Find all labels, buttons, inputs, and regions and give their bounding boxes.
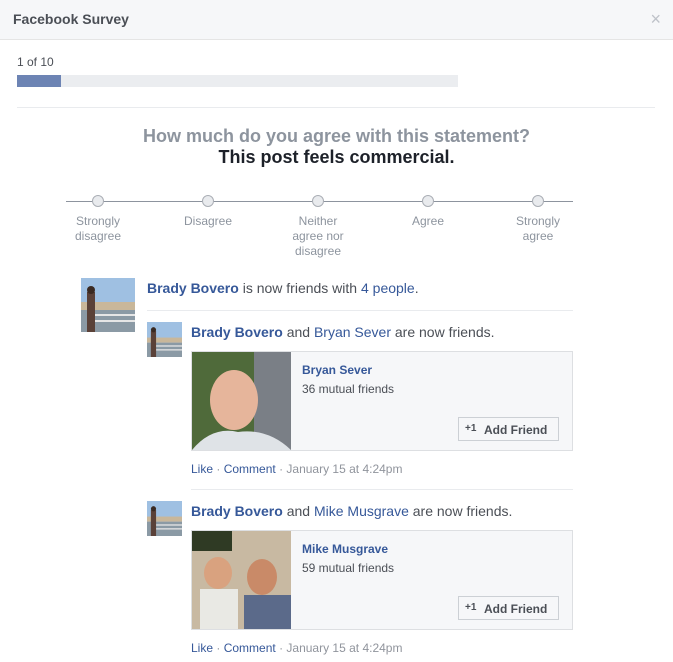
radio-dot[interactable] bbox=[422, 195, 434, 207]
story-actions: Like · Comment · January 15 at 4:24pm bbox=[191, 462, 402, 476]
friend-card: Bryan Sever 36 mutual friends +1 Add Fri… bbox=[191, 351, 573, 451]
story-headline: Brady Bovero is now friends with 4 peopl… bbox=[147, 280, 419, 296]
add-friend-icon: +1 bbox=[465, 423, 477, 434]
story-text: is now friends with bbox=[242, 280, 358, 296]
avatar[interactable] bbox=[147, 501, 182, 536]
friend-name-link[interactable]: Mike Musgrave bbox=[302, 542, 388, 556]
comment-link[interactable]: Comment bbox=[224, 641, 276, 655]
friend-photo[interactable] bbox=[192, 531, 291, 629]
comment-link[interactable]: Comment bbox=[224, 462, 276, 476]
progress-fill bbox=[17, 75, 62, 87]
friend-link[interactable]: Bryan Sever bbox=[314, 324, 391, 340]
radio-dot[interactable] bbox=[312, 195, 324, 207]
add-friend-label: Add Friend bbox=[484, 423, 548, 437]
friendship-headline: Brady Bovero and Bryan Sever are now fri… bbox=[191, 324, 495, 340]
radio-dot[interactable] bbox=[532, 195, 544, 207]
question-statement: This post feels commercial. bbox=[218, 147, 455, 167]
scale-option-disagree[interactable]: Disagree bbox=[158, 195, 258, 229]
add-friend-button[interactable]: +1 Add Friend bbox=[458, 417, 559, 441]
friend-name-link[interactable]: Bryan Sever bbox=[302, 363, 372, 377]
question-prompt: How much do you agree with this statemen… bbox=[142, 126, 531, 146]
avatar[interactable] bbox=[147, 322, 182, 357]
friendship-headline: Brady Bovero and Mike Musgrave are now f… bbox=[191, 503, 512, 519]
close-icon[interactable]: × bbox=[650, 9, 661, 29]
separator-dot: · bbox=[216, 462, 221, 476]
story-end: . bbox=[414, 280, 419, 296]
radio-dot[interactable] bbox=[92, 195, 104, 207]
story-actions: Like · Comment · January 15 at 4:24pm bbox=[191, 641, 402, 655]
friend-card: Mike Musgrave 59 mutual friends +1 Add F… bbox=[191, 530, 573, 630]
scale-option-neither[interactable]: Neither agree nor disagree bbox=[268, 195, 368, 259]
separator-dot: · bbox=[279, 462, 284, 476]
scale-option-strongly-agree[interactable]: Strongly agree bbox=[488, 195, 588, 244]
timestamp[interactable]: January 15 at 4:24pm bbox=[286, 641, 402, 655]
joiner-text: and bbox=[286, 503, 311, 519]
people-count-link[interactable]: 4 people bbox=[361, 280, 415, 296]
scale-option-strongly-disagree[interactable]: Strongly disagree bbox=[48, 195, 148, 244]
dialog-title: Facebook Survey bbox=[13, 11, 129, 27]
progress-bar bbox=[17, 75, 458, 87]
add-friend-label: Add Friend bbox=[484, 602, 548, 616]
separator-dot: · bbox=[279, 641, 284, 655]
add-friend-icon: +1 bbox=[465, 602, 477, 613]
scale-label: Strongly disagree bbox=[74, 214, 122, 243]
divider bbox=[191, 489, 573, 490]
actor-link[interactable]: Brady Bovero bbox=[147, 280, 239, 296]
divider bbox=[147, 310, 573, 311]
mutual-friends-text: 59 mutual friends bbox=[302, 561, 395, 575]
tail-text: are now friends. bbox=[412, 503, 513, 519]
scale-label: Disagree bbox=[183, 214, 233, 228]
dialog-header: Facebook Survey × bbox=[0, 0, 673, 40]
like-link[interactable]: Like bbox=[191, 462, 213, 476]
scale-label: Strongly agree bbox=[515, 214, 561, 243]
scale-label: Neither agree nor disagree bbox=[292, 214, 344, 258]
joiner-text: and bbox=[286, 324, 311, 340]
tail-text: are now friends. bbox=[394, 324, 495, 340]
actor-link[interactable]: Brady Bovero bbox=[191, 324, 283, 340]
divider bbox=[17, 107, 655, 108]
avatar[interactable] bbox=[81, 278, 135, 332]
progress-counter: 1 of 10 bbox=[17, 55, 54, 69]
timestamp[interactable]: January 15 at 4:24pm bbox=[286, 462, 402, 476]
radio-dot[interactable] bbox=[202, 195, 214, 207]
actor-link[interactable]: Brady Bovero bbox=[191, 503, 283, 519]
separator-dot: · bbox=[216, 641, 221, 655]
add-friend-button[interactable]: +1 Add Friend bbox=[458, 596, 559, 620]
scale-label: Agree bbox=[411, 214, 445, 228]
like-link[interactable]: Like bbox=[191, 641, 213, 655]
scale-option-agree[interactable]: Agree bbox=[378, 195, 478, 229]
friend-photo[interactable] bbox=[192, 352, 291, 450]
mutual-friends-text: 36 mutual friends bbox=[302, 382, 395, 396]
friend-link[interactable]: Mike Musgrave bbox=[314, 503, 409, 519]
